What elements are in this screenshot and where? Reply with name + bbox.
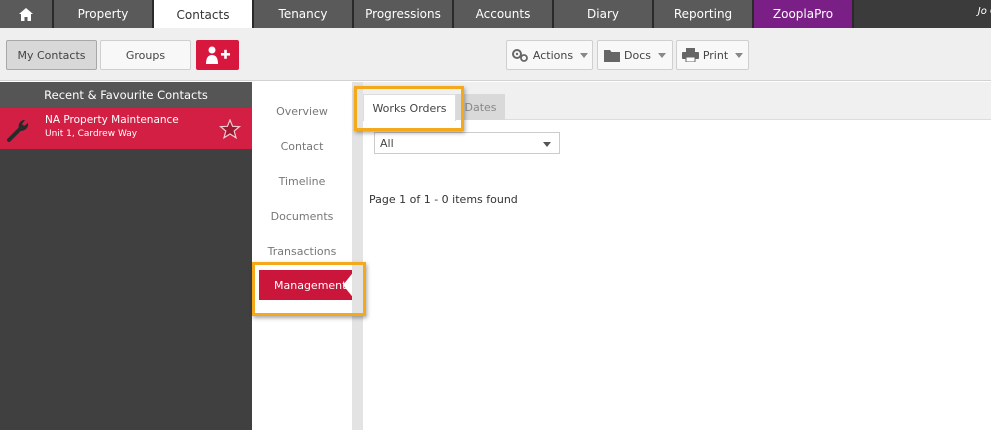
menu-item-documents[interactable]: Documents [252,210,352,223]
toolbar: My Contacts Groups Actions Docs Print [0,28,991,81]
panel-divider [352,82,363,430]
nav-tab-progressions[interactable]: Progressions [354,0,454,28]
home-button[interactable] [0,0,54,28]
menu-item-contact[interactable]: Contact [252,140,352,153]
folder-icon [604,49,620,62]
chevron-down-icon [580,52,589,58]
menu-item-transactions[interactable]: Transactions [252,245,352,258]
pager-info: Page 1 of 1 - 0 items found [369,193,518,206]
menu-item-overview[interactable]: Overview [252,105,352,118]
docs-label: Docs [624,48,651,62]
status-filter-select[interactable]: All [374,132,560,154]
contact-side-menu: Overview Contact Timeline Documents Tran… [252,82,352,430]
recent-contacts-panel: Recent & Favourite Contacts NA Property … [0,82,252,430]
recent-contacts-header: Recent & Favourite Contacts [0,82,252,108]
home-icon [19,7,33,21]
nav-tab-zooplapro[interactable]: ZooplaPro [754,0,854,28]
nav-tab-reporting[interactable]: Reporting [654,0,754,28]
nav-tab-accounts[interactable]: Accounts [454,0,554,28]
top-navigation: Property Contacts Tenancy Progressions A… [0,0,991,30]
printer-icon [681,48,699,62]
user-name[interactable]: Jo C [978,6,991,17]
groups-button[interactable]: Groups [100,40,191,70]
docs-button[interactable]: Docs [597,40,673,70]
main-content: Works Orders Dates All Page 1 of 1 - 0 i… [363,82,991,430]
nav-tab-tenancy[interactable]: Tenancy [254,0,354,28]
user-plus-icon [205,46,230,64]
nav-tab-diary[interactable]: Diary [554,0,654,28]
nav-tab-property[interactable]: Property [54,0,154,28]
menu-item-timeline[interactable]: Timeline [252,175,352,188]
nav-tab-contacts[interactable]: Contacts [154,0,254,30]
highlight-management [252,262,366,316]
star-icon[interactable] [219,119,241,139]
contact-name: NA Property Maintenance [45,114,179,126]
chevron-down-icon [657,52,666,58]
status-filter-value: All [380,136,394,150]
contact-address: Unit 1, Cardrew Way [45,129,138,139]
add-contact-button[interactable] [196,40,239,70]
print-label: Print [702,48,729,62]
print-button[interactable]: Print [676,40,749,70]
my-contacts-button[interactable]: My Contacts [6,40,97,70]
wrench-icon [7,120,29,142]
chevron-down-icon [735,52,744,58]
gears-icon [511,49,528,62]
highlight-works-orders [354,86,464,131]
actions-button[interactable]: Actions [506,40,593,70]
actions-label: Actions [532,48,574,62]
contact-card[interactable]: NA Property Maintenance Unit 1, Cardrew … [0,108,252,149]
chevron-down-icon [543,142,551,147]
